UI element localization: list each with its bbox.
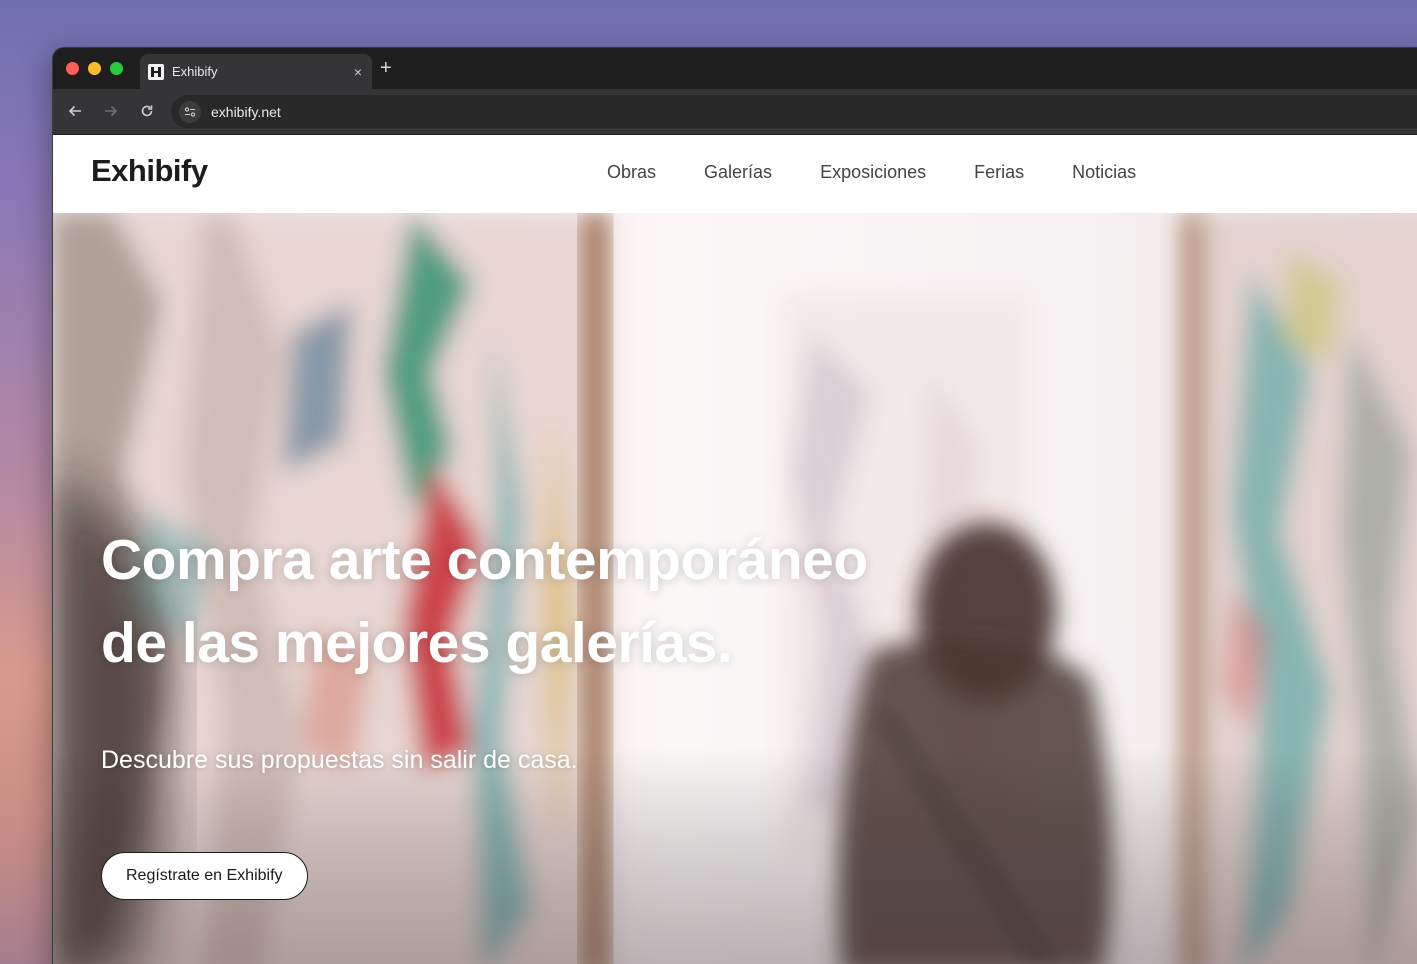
minimize-window-button[interactable] [88,62,101,75]
browser-toolbar: exhibify.net [53,89,1417,134]
web-page: Exhibify Obras Galerías Exposiciones Fer… [53,135,1417,964]
exhibify-favicon-icon [148,63,164,80]
new-tab-button[interactable]: + [380,58,392,78]
zoom-window-button[interactable] [110,62,123,75]
nav-link-obras[interactable]: Obras [607,162,656,183]
browser-tab[interactable]: Exhibify × [140,54,372,89]
tab-title: Exhibify [172,64,218,79]
arrow-right-icon [105,105,118,117]
hero-section: Compra arte contemporáneo de las mejores… [53,213,1417,964]
arrow-left-icon [68,105,81,117]
site-logo[interactable]: Exhibify [91,153,208,189]
close-window-button[interactable] [66,62,79,75]
register-button[interactable]: Regístrate en Exhibify [101,852,308,900]
nav-link-exposiciones[interactable]: Exposiciones [820,162,926,183]
nav-link-noticias[interactable]: Noticias [1072,162,1136,183]
hero-title-line-2: de las mejores galerías. [101,611,733,675]
nav-link-galerias[interactable]: Galerías [704,162,772,183]
tab-bar: Exhibify × + [53,48,1417,89]
back-button[interactable] [65,101,85,121]
reload-button[interactable] [137,101,157,121]
reload-icon [141,105,153,117]
hero-title: Compra arte contemporáneo de las mejores… [101,519,868,685]
forward-button[interactable] [101,101,121,121]
tune-icon[interactable] [179,100,201,123]
window-controls [66,62,123,75]
close-tab-icon[interactable]: × [354,65,362,79]
main-nav: Obras Galerías Exposiciones Ferias Notic… [607,162,1184,183]
browser-window: Exhibify × + exhibify.net Exhibify Obras… [52,47,1417,964]
address-bar[interactable]: exhibify.net [171,95,1417,128]
hero-title-line-1: Compra arte contemporáneo [101,528,868,592]
nav-link-ferias[interactable]: Ferias [974,162,1024,183]
site-header: Exhibify Obras Galerías Exposiciones Fer… [53,135,1417,213]
url-text: exhibify.net [211,103,281,120]
hero-subtitle: Descubre sus propuestas sin salir de cas… [101,746,578,774]
